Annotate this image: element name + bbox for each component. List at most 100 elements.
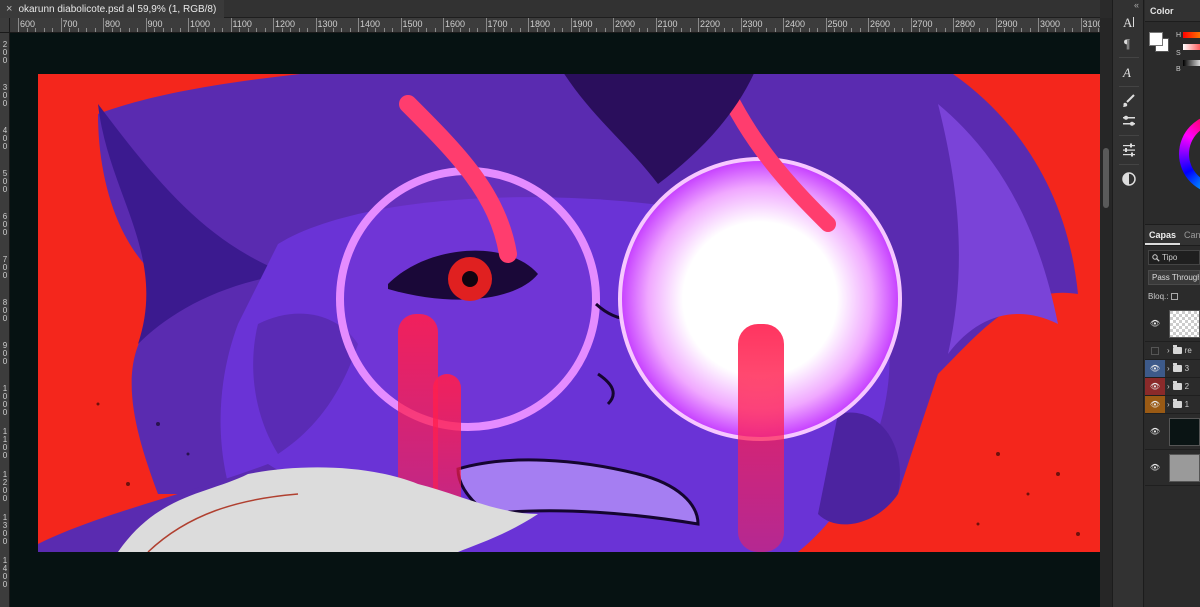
brush-settings-icon[interactable] bbox=[1119, 111, 1139, 131]
layer-thumbnail bbox=[1169, 418, 1200, 446]
adjustments-icon[interactable] bbox=[1119, 140, 1139, 160]
ruler-label: 800 bbox=[2, 298, 8, 323]
ruler-label: 1000 bbox=[2, 384, 8, 417]
ruler-minor-tick bbox=[375, 28, 376, 32]
ruler-label: 3000 bbox=[1040, 19, 1061, 29]
layer-group: › 1 bbox=[1167, 396, 1189, 413]
layer-group-row[interactable]: 👁 › 1 bbox=[1145, 396, 1200, 414]
ruler-minor-tick bbox=[587, 28, 589, 32]
visibility-toggle[interactable]: 👁 bbox=[1145, 450, 1165, 485]
visibility-toggle[interactable] bbox=[1145, 342, 1165, 359]
scrollbar-thumb[interactable] bbox=[1103, 148, 1109, 208]
ruler-minor-tick bbox=[477, 28, 478, 32]
ruler-minor-tick bbox=[468, 28, 470, 32]
chevron-right-icon[interactable]: › bbox=[1167, 382, 1170, 391]
ruler-minor-tick bbox=[94, 28, 96, 32]
color-panel-header: Color bbox=[1145, 0, 1200, 22]
hidden-visibility-icon bbox=[1151, 346, 1159, 355]
ruler-minor-tick bbox=[808, 28, 810, 32]
ruler-tick bbox=[443, 18, 444, 32]
brush-icon[interactable] bbox=[1119, 91, 1139, 111]
hue-slider[interactable] bbox=[1183, 32, 1200, 38]
chevron-right-icon[interactable]: › bbox=[1167, 364, 1170, 373]
layer-row[interactable]: 👁 bbox=[1145, 414, 1200, 450]
canvas-vertical-scrollbar[interactable] bbox=[1100, 18, 1112, 607]
layer-filter[interactable]: Tipo bbox=[1148, 250, 1200, 265]
layer-group-row[interactable]: 👁 › 3 bbox=[1145, 360, 1200, 378]
character-icon[interactable]: A bbox=[1119, 12, 1139, 32]
ruler-tick bbox=[188, 18, 189, 32]
chevron-right-icon[interactable]: › bbox=[1167, 346, 1170, 355]
ruler-label: 300 bbox=[2, 83, 8, 108]
ruler-tick bbox=[698, 18, 699, 32]
layer-group: › 3 bbox=[1167, 360, 1189, 377]
visibility-toggle[interactable]: 👁 bbox=[1145, 396, 1165, 413]
paragraph-icon[interactable]: ¶ bbox=[1119, 33, 1139, 53]
lock-transparency-icon[interactable] bbox=[1171, 293, 1179, 300]
folder-icon bbox=[1172, 345, 1182, 354]
ruler-minor-tick bbox=[460, 28, 461, 32]
chevron-right-icon[interactable]: › bbox=[1167, 400, 1170, 409]
ruler-minor-tick bbox=[1097, 28, 1099, 32]
ruler-origin[interactable] bbox=[0, 18, 10, 33]
ruler-label: 1100 bbox=[232, 19, 252, 29]
ruler-minor-tick bbox=[987, 28, 988, 32]
folder-icon bbox=[1172, 363, 1182, 372]
layer-group-row[interactable]: 👁 › 2 bbox=[1145, 378, 1200, 396]
document-title: okarunn diabolicote.psd al 59,9% (1, RGB… bbox=[18, 3, 217, 15]
tab-layers[interactable]: Capas bbox=[1145, 225, 1181, 245]
ruler-tick bbox=[145, 18, 147, 32]
layer-row[interactable]: 👁 bbox=[1145, 450, 1200, 486]
vertical-ruler[interactable]: 200 300 400 500 600 700 800 900 1000 1100 1200 1300… bbox=[0, 33, 10, 607]
ruler-minor-tick bbox=[936, 28, 937, 32]
ruler-minor-tick bbox=[715, 28, 716, 32]
ruler-minor-tick bbox=[392, 28, 393, 32]
artwork-canvas[interactable] bbox=[38, 74, 1100, 552]
ruler-tick bbox=[230, 18, 232, 32]
visibility-toggle[interactable]: 👁 bbox=[1145, 360, 1165, 377]
ruler-minor-tick bbox=[1046, 28, 1048, 32]
ruler-minor-tick bbox=[706, 28, 708, 32]
ruler-minor-tick bbox=[519, 28, 521, 32]
ruler-minor-tick bbox=[638, 28, 640, 32]
ruler-tick bbox=[1080, 18, 1082, 32]
foreground-color-swatch[interactable] bbox=[1149, 32, 1163, 46]
layer-group-name: 2 bbox=[1184, 382, 1190, 391]
canvas-area[interactable] bbox=[10, 33, 1100, 607]
ruler-minor-tick bbox=[502, 28, 504, 32]
ruler-label: 700 bbox=[62, 19, 78, 29]
layer-row[interactable]: 👁 bbox=[1145, 306, 1200, 342]
ruler-label: 2000 bbox=[615, 19, 636, 29]
ruler-minor-tick bbox=[961, 28, 963, 32]
glyph-icon[interactable]: A bbox=[1119, 62, 1139, 82]
saturation-slider[interactable] bbox=[1183, 44, 1200, 50]
tab-channels[interactable]: Canales bbox=[1180, 225, 1200, 245]
ruler-minor-tick bbox=[205, 28, 206, 32]
ruler-minor-tick bbox=[774, 28, 776, 32]
visibility-toggle[interactable]: 👁 bbox=[1145, 306, 1165, 341]
color-wheel[interactable] bbox=[1179, 114, 1200, 194]
ruler-minor-tick bbox=[349, 28, 351, 32]
ruler-minor-tick bbox=[281, 28, 283, 32]
document-tab[interactable]: × okarunn diabolicote.psd al 59,9% (1, R… bbox=[0, 0, 225, 18]
ruler-minor-tick bbox=[35, 28, 36, 32]
horizontal-ruler[interactable]: 600 700 800 900 1000 1100 1200 1300 1400 1500 1600… bbox=[10, 18, 1100, 33]
blend-mode-select[interactable]: Pass Through bbox=[1148, 270, 1200, 285]
ruler-minor-tick bbox=[689, 28, 691, 32]
collapse-panels-icon[interactable]: « bbox=[1134, 0, 1139, 10]
ruler-minor-tick bbox=[630, 28, 631, 32]
layer-group-row[interactable]: › re bbox=[1145, 342, 1200, 360]
ruler-label: 900 bbox=[147, 19, 163, 29]
properties-icon[interactable] bbox=[1119, 169, 1139, 189]
close-tab-icon[interactable]: × bbox=[6, 3, 12, 15]
visibility-toggle[interactable]: 👁 bbox=[1145, 378, 1165, 395]
brightness-label: B bbox=[1176, 66, 1181, 73]
visibility-toggle[interactable]: 👁 bbox=[1145, 414, 1165, 449]
ruler-minor-tick bbox=[859, 28, 861, 32]
ruler-minor-tick bbox=[120, 28, 121, 32]
brightness-slider[interactable] bbox=[1183, 60, 1200, 66]
ruler-minor-tick bbox=[545, 28, 546, 32]
ruler-tick bbox=[995, 18, 997, 32]
ruler-tick bbox=[60, 18, 62, 32]
ruler-minor-tick bbox=[1004, 28, 1005, 32]
